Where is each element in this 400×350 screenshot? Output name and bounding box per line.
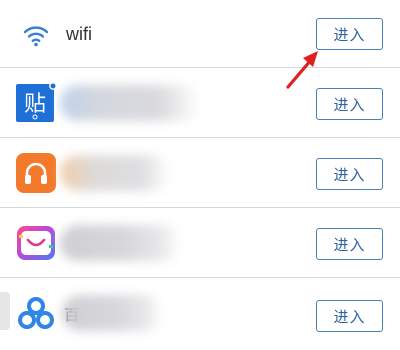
app-list: wifi 进入 贴 进入 进入 进入 进入 [0, 0, 400, 350]
enter-button-shopping[interactable]: 进入 [316, 228, 383, 260]
edge-drawer-handle[interactable] [0, 292, 10, 330]
baidu-netdisk-app-icon [16, 293, 56, 333]
enter-button-wifi[interactable]: 进入 [316, 18, 383, 50]
enter-button-tieba[interactable]: 进入 [316, 88, 383, 120]
headphones-app-icon [16, 153, 56, 193]
list-item-title: wifi [66, 24, 92, 44]
enter-button-music[interactable]: 进入 [316, 158, 383, 190]
redacted-title-blur [60, 155, 170, 191]
redacted-title-blur [60, 85, 200, 121]
enter-button-netdisk[interactable]: 进入 [316, 300, 383, 332]
list-item-shopping[interactable]: 进入 [0, 208, 400, 278]
tieba-app-icon: 贴 [16, 82, 57, 123]
list-item-music[interactable]: 进入 [0, 138, 400, 208]
list-item-wifi[interactable]: wifi 进入 [0, 0, 400, 68]
redacted-title-blur [62, 295, 162, 331]
redacted-title-blur [60, 225, 180, 261]
tieba-icon-glyph: 贴 [24, 92, 46, 117]
list-item-netdisk[interactable]: 百 进入 [0, 278, 400, 350]
shopping-bag-app-icon [16, 223, 56, 263]
list-item-tieba[interactable]: 贴 进入 [0, 68, 400, 138]
wifi-icon [16, 15, 56, 55]
